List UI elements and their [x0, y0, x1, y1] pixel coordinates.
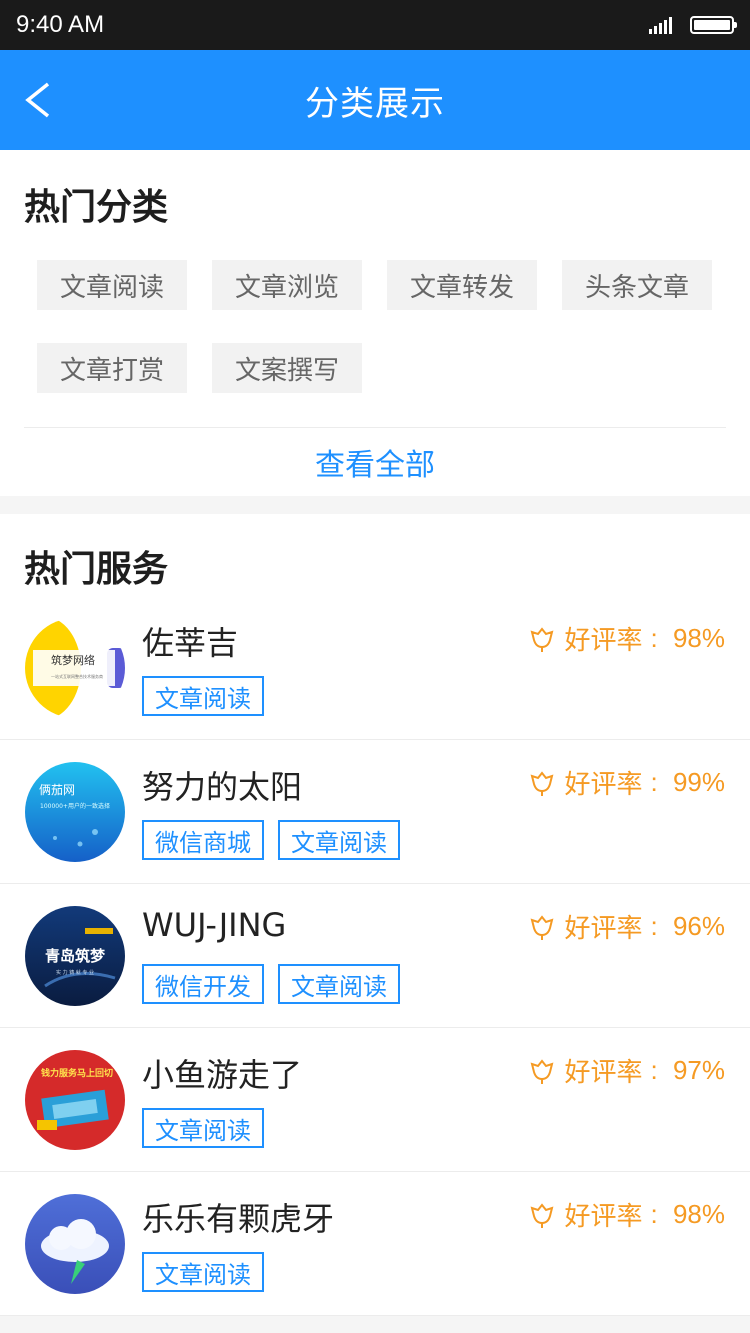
flower-icon — [531, 1202, 554, 1228]
svg-text:一站式互联网整合技术服务商: 一站式互联网整合技术服务商 — [51, 673, 103, 679]
hot-categories-section: 热门分类 文章阅读 文章浏览 文章转发 头条文章 文章打赏 文案撰写 查看全部 — [0, 150, 750, 496]
svg-text:钱力服务马上回切: 钱力服务马上回切 — [41, 1067, 113, 1079]
service-name: 佐莘吉 — [142, 624, 239, 662]
view-all-link[interactable]: 查看全部 — [24, 428, 726, 502]
rating-value: 97% — [672, 1055, 725, 1085]
page-title: 分类展示 — [305, 83, 445, 124]
status-bar: 9:40 AM — [0, 0, 750, 50]
nav-bar: 分类展示 — [0, 50, 750, 150]
category-tag[interactable]: 文章转发 — [387, 260, 537, 310]
service-row[interactable]: 乐乐有颗虎牙 好评率: 98% 文章阅读 — [0, 1172, 750, 1316]
service-tag[interactable]: 文章阅读 — [142, 676, 264, 716]
category-tag[interactable]: 文章打赏 — [37, 343, 187, 393]
flower-icon — [531, 770, 554, 796]
rating-value: 98% — [672, 623, 725, 653]
category-tag[interactable]: 头条文章 — [562, 260, 712, 310]
rating: 好评率: 96% — [528, 908, 725, 945]
avatar: 钱力服务马上回切 — [25, 1050, 125, 1150]
category-tag[interactable]: 文章阅读 — [37, 260, 187, 310]
svg-text:青岛筑梦: 青岛筑梦 — [45, 947, 106, 965]
rating-label: 好评率 — [564, 1057, 643, 1087]
service-tag[interactable]: 文章阅读 — [142, 1252, 264, 1292]
rating-label: 好评率 — [564, 625, 643, 655]
service-name: 努力的太阳 — [142, 768, 303, 806]
rating-value: 98% — [672, 1199, 725, 1229]
service-name: 乐乐有颗虎牙 — [142, 1200, 335, 1238]
service-row[interactable]: 青岛筑梦 实 力 铸 就 专 业 WUJ-JING 好评率: 96% 微信开发 … — [0, 884, 750, 1028]
service-name: 小鱼游走了 — [142, 1056, 303, 1094]
service-tag[interactable]: 文章阅读 — [278, 964, 400, 1004]
category-tags: 文章阅读 文章浏览 文章转发 头条文章 文章打赏 文案撰写 — [37, 260, 726, 393]
battery-icon — [690, 16, 737, 34]
avatar: 俩茄网 100000+用户的一致选择 — [25, 762, 125, 862]
hot-services-section: 热门服务 筑梦网络 一站式互联网整合技术服务商 佐莘吉 好评率: 98% 文章阅… — [0, 514, 750, 1316]
back-icon[interactable] — [22, 80, 62, 120]
rating-value: 99% — [672, 767, 725, 797]
svg-text:100000+用户的一致选择: 100000+用户的一致选择 — [40, 802, 110, 810]
svg-text:俩茄网: 俩茄网 — [39, 783, 75, 797]
rating: 好评率: 97% — [528, 1052, 725, 1089]
service-tag[interactable]: 文章阅读 — [278, 820, 400, 860]
service-row[interactable]: 俩茄网 100000+用户的一致选择 努力的太阳 好评率: 99% 微信商城 文… — [0, 740, 750, 884]
rating: 好评率: 99% — [528, 764, 725, 801]
section-title: 热门分类 — [24, 187, 169, 228]
service-tag[interactable]: 微信开发 — [142, 964, 264, 1004]
category-tag[interactable]: 文案撰写 — [212, 343, 362, 393]
rating-label: 好评率 — [564, 913, 643, 943]
avatar: 筑梦网络 一站式互联网整合技术服务商 — [25, 618, 125, 718]
service-row[interactable]: 钱力服务马上回切 小鱼游走了 好评率: 97% 文章阅读 — [0, 1028, 750, 1172]
flower-icon — [531, 626, 554, 652]
avatar — [25, 1194, 125, 1294]
status-time: 9:40 AM — [16, 11, 105, 38]
service-tag[interactable]: 文章阅读 — [142, 1108, 264, 1148]
rating-value: 96% — [672, 911, 725, 941]
section-title: 热门服务 — [24, 549, 169, 590]
avatar: 青岛筑梦 实 力 铸 就 专 业 — [25, 906, 125, 1006]
rating: 好评率: 98% — [528, 620, 725, 657]
category-tag[interactable]: 文章浏览 — [212, 260, 362, 310]
rating-label: 好评率 — [564, 1201, 643, 1231]
signal-icon — [649, 16, 672, 34]
flower-icon — [531, 914, 554, 940]
rating: 好评率: 98% — [528, 1196, 725, 1233]
service-row[interactable]: 筑梦网络 一站式互联网整合技术服务商 佐莘吉 好评率: 98% 文章阅读 — [0, 596, 750, 740]
service-name: WUJ-JING — [142, 906, 287, 944]
flower-icon — [531, 1058, 554, 1084]
svg-text:筑梦网络: 筑梦网络 — [51, 653, 95, 667]
service-tag[interactable]: 微信商城 — [142, 820, 264, 860]
rating-label: 好评率 — [564, 769, 643, 799]
svg-text:实 力 铸 就 专 业: 实 力 铸 就 专 业 — [56, 969, 94, 976]
